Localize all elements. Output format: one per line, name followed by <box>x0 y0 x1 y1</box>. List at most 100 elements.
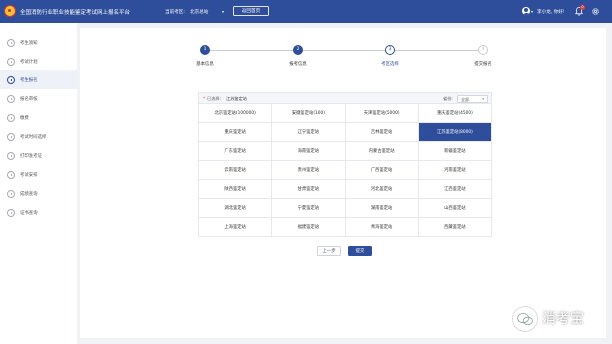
table-row: 上海鉴定站 福建鉴定站 青海鉴定站 西藏鉴定站 <box>199 218 492 237</box>
step-2-label: 报考信息 <box>289 62 307 67</box>
sidebar-item-label: 考试安排 <box>20 173 38 178</box>
step-3-label: 考区选择 <box>381 62 399 67</box>
submit-button[interactable]: 提交 <box>348 246 372 256</box>
station-cell[interactable]: 甘肃鉴定站 <box>272 180 346 198</box>
required-mark: * <box>203 96 206 101</box>
station-cell[interactable]: 山西鉴定站 <box>419 199 492 217</box>
chevron-down-icon[interactable]: ▾ <box>531 9 533 14</box>
sidebar-item-label: 缴费 <box>20 116 29 121</box>
step-connector <box>209 50 293 51</box>
station-cell[interactable]: 海南鉴定站 <box>272 142 346 160</box>
sidebar-item-label: 成绩查询 <box>20 192 38 197</box>
selected-station-label: 已选择: <box>207 96 221 101</box>
sidebar-item-label: 打印准考证 <box>20 154 42 159</box>
score-icon <box>7 189 15 198</box>
watermark-text: 消考宝 <box>542 311 584 327</box>
step-connector <box>303 50 385 51</box>
station-cell[interactable]: 广东鉴定站 <box>199 142 273 160</box>
chevron-down-icon: ▾ <box>482 96 484 101</box>
region-label: 当前考区: <box>165 9 185 15</box>
sidebar-item-exam-plan[interactable]: 考试计划 <box>0 52 77 71</box>
station-cell[interactable]: 天津鉴定站(5000) <box>346 104 419 122</box>
sidebar-item-exam-time[interactable]: 考试时间选择 <box>0 127 77 146</box>
station-cell[interactable]: 辽宁鉴定站 <box>272 123 346 141</box>
sidebar-item-label: 报名审核 <box>20 97 38 102</box>
station-cell[interactable]: 贵州鉴定站 <box>272 161 346 179</box>
selected-station-value: 江苏鉴定站 <box>226 96 247 101</box>
step-1-label: 基本信息 <box>196 62 214 67</box>
info-icon <box>7 38 15 47</box>
sidebar: 考生须知 考试计划 考生报名 报名审核 缴费 考试时间选择 打印准考证 考试安排… <box>0 23 77 344</box>
sidebar-item-print-admission[interactable]: 打印准考证 <box>0 146 77 165</box>
register-icon <box>7 75 15 84</box>
table-row: 北京鉴定站(100000) 安徽鉴定站(100) 天津鉴定站(5000) 重庆鉴… <box>199 104 492 123</box>
return-home-button[interactable]: 返回首页 <box>233 6 269 16</box>
station-cell[interactable]: 新疆鉴定站 <box>419 142 492 160</box>
review-icon <box>7 94 15 103</box>
region-selector[interactable]: 北京总站 <box>190 9 208 15</box>
table-row: 云南鉴定站 贵州鉴定站 广西鉴定站 河南鉴定站 <box>199 161 492 180</box>
sidebar-item-certificate-query[interactable]: 证书查询 <box>0 203 77 222</box>
certificate-icon <box>7 208 15 217</box>
sidebar-item-registration-review[interactable]: 报名审核 <box>0 89 77 108</box>
station-cell[interactable]: 西藏鉴定站 <box>419 218 492 236</box>
province-label: 省份: <box>443 96 453 101</box>
sidebar-item-score-query[interactable]: 成绩查询 <box>0 184 77 203</box>
station-cell[interactable]: 宁夏鉴定站 <box>272 199 346 217</box>
step-1-indicator: 1 <box>200 45 210 55</box>
sidebar-item-label: 考试计划 <box>20 60 38 65</box>
step-2-indicator: 2 <box>293 45 303 55</box>
station-cell[interactable]: 青海鉴定站 <box>346 218 419 236</box>
sidebar-item-registration[interactable]: 考生报名 <box>0 70 77 89</box>
print-icon <box>7 151 15 160</box>
station-cell[interactable]: 重庆鉴定站(4500) <box>419 104 492 122</box>
station-grid: 北京鉴定站(100000) 安徽鉴定站(100) 天津鉴定站(5000) 重庆鉴… <box>198 104 492 237</box>
station-cell[interactable]: 云南鉴定站 <box>199 161 273 179</box>
station-cell-selected[interactable]: 江苏鉴定站(8000) <box>418 123 492 141</box>
station-cell[interactable]: 内蒙古鉴定站 <box>346 142 419 160</box>
step-connector <box>395 50 478 51</box>
sidebar-item-payment[interactable]: 缴费 <box>0 108 77 127</box>
gear-icon[interactable] <box>591 7 600 16</box>
sidebar-item-label: 考生须知 <box>20 41 38 46</box>
step-4-indicator: 4 <box>478 45 488 55</box>
sidebar-item-exam-schedule[interactable]: 考试安排 <box>0 165 77 184</box>
chevron-down-icon[interactable]: ▾ <box>222 9 224 14</box>
calendar-icon <box>7 57 15 66</box>
station-cell[interactable]: 北京鉴定站(100000) <box>199 104 273 122</box>
station-cell[interactable]: 河北鉴定站 <box>346 180 419 198</box>
previous-step-button[interactable]: 上一步 <box>317 246 341 256</box>
user-greeting[interactable]: 李小龙, 你好! <box>537 9 565 15</box>
station-cell[interactable]: 湖北鉴定站 <box>199 199 273 217</box>
sidebar-item-label: 考生报名 <box>20 78 38 83</box>
clock-icon <box>7 132 15 141</box>
schedule-icon <box>7 170 15 179</box>
sidebar-item-label: 考试时间选择 <box>20 135 47 140</box>
station-filter-bar: * 已选择: 江苏鉴定站 省份: 全部 ▾ <box>198 92 492 104</box>
station-cell[interactable]: 江西鉴定站 <box>419 180 492 198</box>
station-cell[interactable]: 福建鉴定站 <box>272 218 346 236</box>
station-cell[interactable]: 重庆鉴定站 <box>199 123 273 141</box>
table-row: 陕西鉴定站 甘肃鉴定站 河北鉴定站 江西鉴定站 <box>199 180 492 199</box>
table-row: 广东鉴定站 海南鉴定站 内蒙古鉴定站 新疆鉴定站 <box>199 142 492 161</box>
fire-emblem-logo <box>4 5 16 17</box>
table-row: 重庆鉴定站 辽宁鉴定站 吉林鉴定站 江苏鉴定站(8000) <box>199 123 492 142</box>
wechat-logo-icon <box>512 306 538 332</box>
station-cell[interactable]: 河南鉴定站 <box>419 161 492 179</box>
notification-badge: 0 <box>580 5 585 10</box>
step-4-label: 提交报名 <box>474 62 492 67</box>
station-cell[interactable]: 上海鉴定站 <box>199 218 273 236</box>
station-cell[interactable]: 广西鉴定站 <box>346 161 419 179</box>
station-cell[interactable]: 湖南鉴定站 <box>346 199 419 217</box>
sidebar-item-candidate-notice[interactable]: 考生须知 <box>0 33 77 52</box>
station-cell[interactable]: 吉林鉴定站 <box>346 123 419 141</box>
province-select-value: 全部 <box>461 96 469 102</box>
top-header: 全国消防行业职业技能鉴定考试网上报名平台 当前考区: 北京总站 ▾ 返回首页 ▾… <box>0 0 612 23</box>
site-title: 全国消防行业职业技能鉴定考试网上报名平台 <box>20 10 131 16</box>
user-avatar-icon[interactable] <box>522 7 530 15</box>
sidebar-item-label: 证书查询 <box>20 211 38 216</box>
station-cell[interactable]: 陕西鉴定站 <box>199 180 273 198</box>
table-row: 湖北鉴定站 宁夏鉴定站 湖南鉴定站 山西鉴定站 <box>199 199 492 218</box>
station-cell[interactable]: 安徽鉴定站(100) <box>272 104 346 122</box>
province-select[interactable]: 全部 ▾ <box>457 94 488 103</box>
